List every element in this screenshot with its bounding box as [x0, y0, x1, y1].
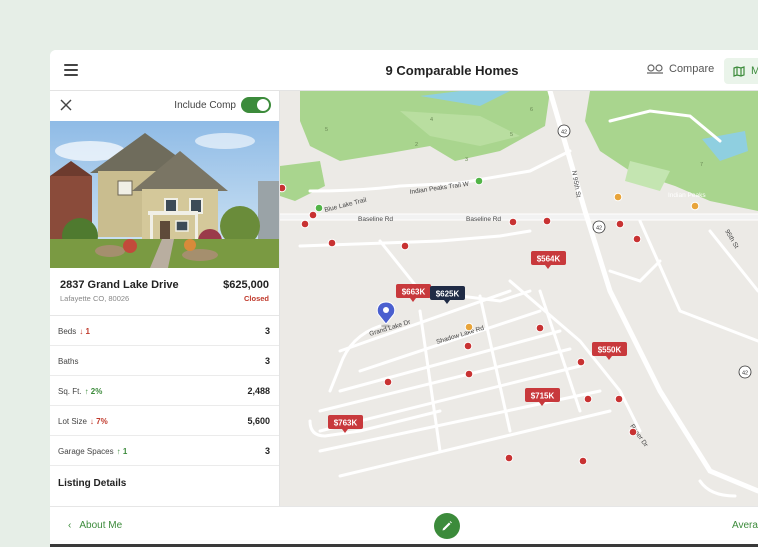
- map-dot-red[interactable]: [463, 341, 473, 351]
- route-badge: 42: [557, 124, 571, 138]
- row-label: Lot Size: [58, 417, 87, 426]
- hole-number: 5: [325, 127, 328, 133]
- hole-number: 2: [415, 142, 418, 148]
- hole-number: 3: [465, 157, 468, 163]
- row-value: 2,488: [247, 386, 270, 396]
- route-badge: 42: [592, 220, 606, 234]
- detail-row-beds: Beds ↓ 1 3: [50, 316, 279, 346]
- map-dot-red[interactable]: [583, 394, 593, 404]
- map-view-button[interactable]: M: [724, 58, 758, 84]
- map-dot-red[interactable]: [576, 357, 586, 367]
- row-label: Baths: [58, 357, 79, 366]
- map-dot-red[interactable]: [327, 238, 337, 248]
- map-dot-red[interactable]: [280, 183, 287, 193]
- map-dot-red[interactable]: [578, 456, 588, 466]
- svg-text:42: 42: [596, 226, 602, 232]
- row-value: 3: [264, 446, 270, 456]
- about-me-label: About Me: [79, 520, 123, 531]
- hole-number: 5: [510, 132, 513, 138]
- map-dot-red[interactable]: [504, 453, 514, 463]
- svg-text:$564K: $564K: [537, 255, 561, 264]
- svg-text:$715K: $715K: [531, 392, 555, 401]
- listing-details-header[interactable]: Listing Details: [50, 466, 279, 500]
- map-dot-orange[interactable]: [613, 192, 623, 202]
- svg-text:42: 42: [742, 371, 748, 377]
- include-comp-label: Include Comp: [174, 100, 236, 111]
- svg-text:$663K: $663K: [402, 288, 426, 297]
- street-label: Baseline Rd: [358, 216, 393, 223]
- map-dot-red[interactable]: [628, 427, 638, 437]
- map-dot-red[interactable]: [300, 219, 310, 229]
- property-city: Lafayette CO, 80026: [60, 294, 130, 303]
- row-value: 5,600: [247, 416, 270, 426]
- top-bar: 9 Comparable Homes Compare M: [50, 50, 758, 91]
- detail-row-garage: Garage Spaces ↑ 1 3: [50, 436, 279, 466]
- bottom-bar: ‹ About Me Avera: [50, 506, 758, 544]
- listing-details-label: Listing Details: [58, 478, 127, 489]
- street-label: Baseline Rd: [466, 216, 501, 223]
- map-dot-orange[interactable]: [464, 322, 474, 332]
- row-label: Sq. Ft.: [58, 387, 82, 396]
- panel-header: Include Comp: [50, 91, 279, 121]
- about-me-button[interactable]: ‹ About Me: [68, 520, 122, 531]
- map-dot-red[interactable]: [614, 394, 624, 404]
- map-dot-red[interactable]: [632, 234, 642, 244]
- edit-button[interactable]: [434, 513, 460, 539]
- status-badge: Closed: [243, 294, 269, 303]
- close-icon[interactable]: [60, 99, 72, 111]
- map-dot-red[interactable]: [400, 241, 410, 251]
- map-dot-red[interactable]: [508, 217, 518, 227]
- map-dot-red[interactable]: [464, 369, 474, 379]
- row-delta: ↓ 7%: [89, 417, 108, 426]
- property-photo: [50, 121, 279, 268]
- map-dot-green[interactable]: [314, 203, 324, 213]
- map-dot-red[interactable]: [535, 323, 545, 333]
- detail-row-baths: Baths 3: [50, 346, 279, 376]
- chevron-left-icon: ‹: [68, 520, 72, 531]
- map-dot-orange[interactable]: [690, 201, 700, 211]
- hole-number: 7: [700, 162, 703, 168]
- map-view[interactable]: Indian Peaks Trail W Blue Lake Trail Bas…: [280, 91, 758, 506]
- pencil-icon: [442, 521, 452, 531]
- row-label: Beds: [58, 327, 77, 336]
- map-dot-red[interactable]: [383, 377, 393, 387]
- map-view-label: M: [751, 65, 758, 77]
- svg-text:42: 42: [561, 130, 567, 136]
- map-dot-red[interactable]: [542, 216, 552, 226]
- svg-text:$625K: $625K: [436, 290, 460, 299]
- map-dot-red[interactable]: [308, 210, 318, 220]
- map-dot-green[interactable]: [474, 176, 484, 186]
- average-link[interactable]: Avera: [732, 520, 758, 531]
- property-address: 2837 Grand Lake Drive: [60, 279, 179, 291]
- hole-number: 6: [530, 107, 533, 113]
- compare-label: Compare: [669, 63, 715, 75]
- row-delta: ↓ 1: [79, 327, 90, 336]
- route-badge: 42: [738, 365, 752, 379]
- property-summary: 2837 Grand Lake Drive Lafayette CO, 8002…: [50, 268, 279, 316]
- place-label: Indian Peaks: [668, 192, 706, 199]
- row-label: Garage Spaces: [58, 447, 114, 456]
- row-value: 3: [264, 356, 270, 366]
- app-window: 9 Comparable Homes Compare M Include Com…: [50, 50, 758, 547]
- detail-row-lot-size: Lot Size ↓ 7% 5,600: [50, 406, 279, 436]
- property-price: $625,000: [223, 279, 269, 291]
- compare-button[interactable]: Compare: [647, 63, 714, 75]
- row-delta: ↑ 2%: [84, 387, 103, 396]
- hole-number: 4: [430, 117, 433, 123]
- map-icon: [733, 65, 745, 77]
- detail-row-sqft: Sq. Ft. ↑ 2% 2,488: [50, 376, 279, 406]
- row-delta: ↑ 1: [116, 447, 128, 456]
- comp-detail-panel: Include Comp 2837 Grand Lake Drive Lafay…: [50, 91, 280, 506]
- map-dot-red[interactable]: [615, 219, 625, 229]
- compare-icon: [647, 64, 663, 74]
- include-comp-toggle[interactable]: [241, 97, 271, 113]
- svg-text:$550K: $550K: [598, 346, 622, 355]
- row-value: 3: [264, 326, 270, 336]
- svg-text:$763K: $763K: [334, 419, 358, 428]
